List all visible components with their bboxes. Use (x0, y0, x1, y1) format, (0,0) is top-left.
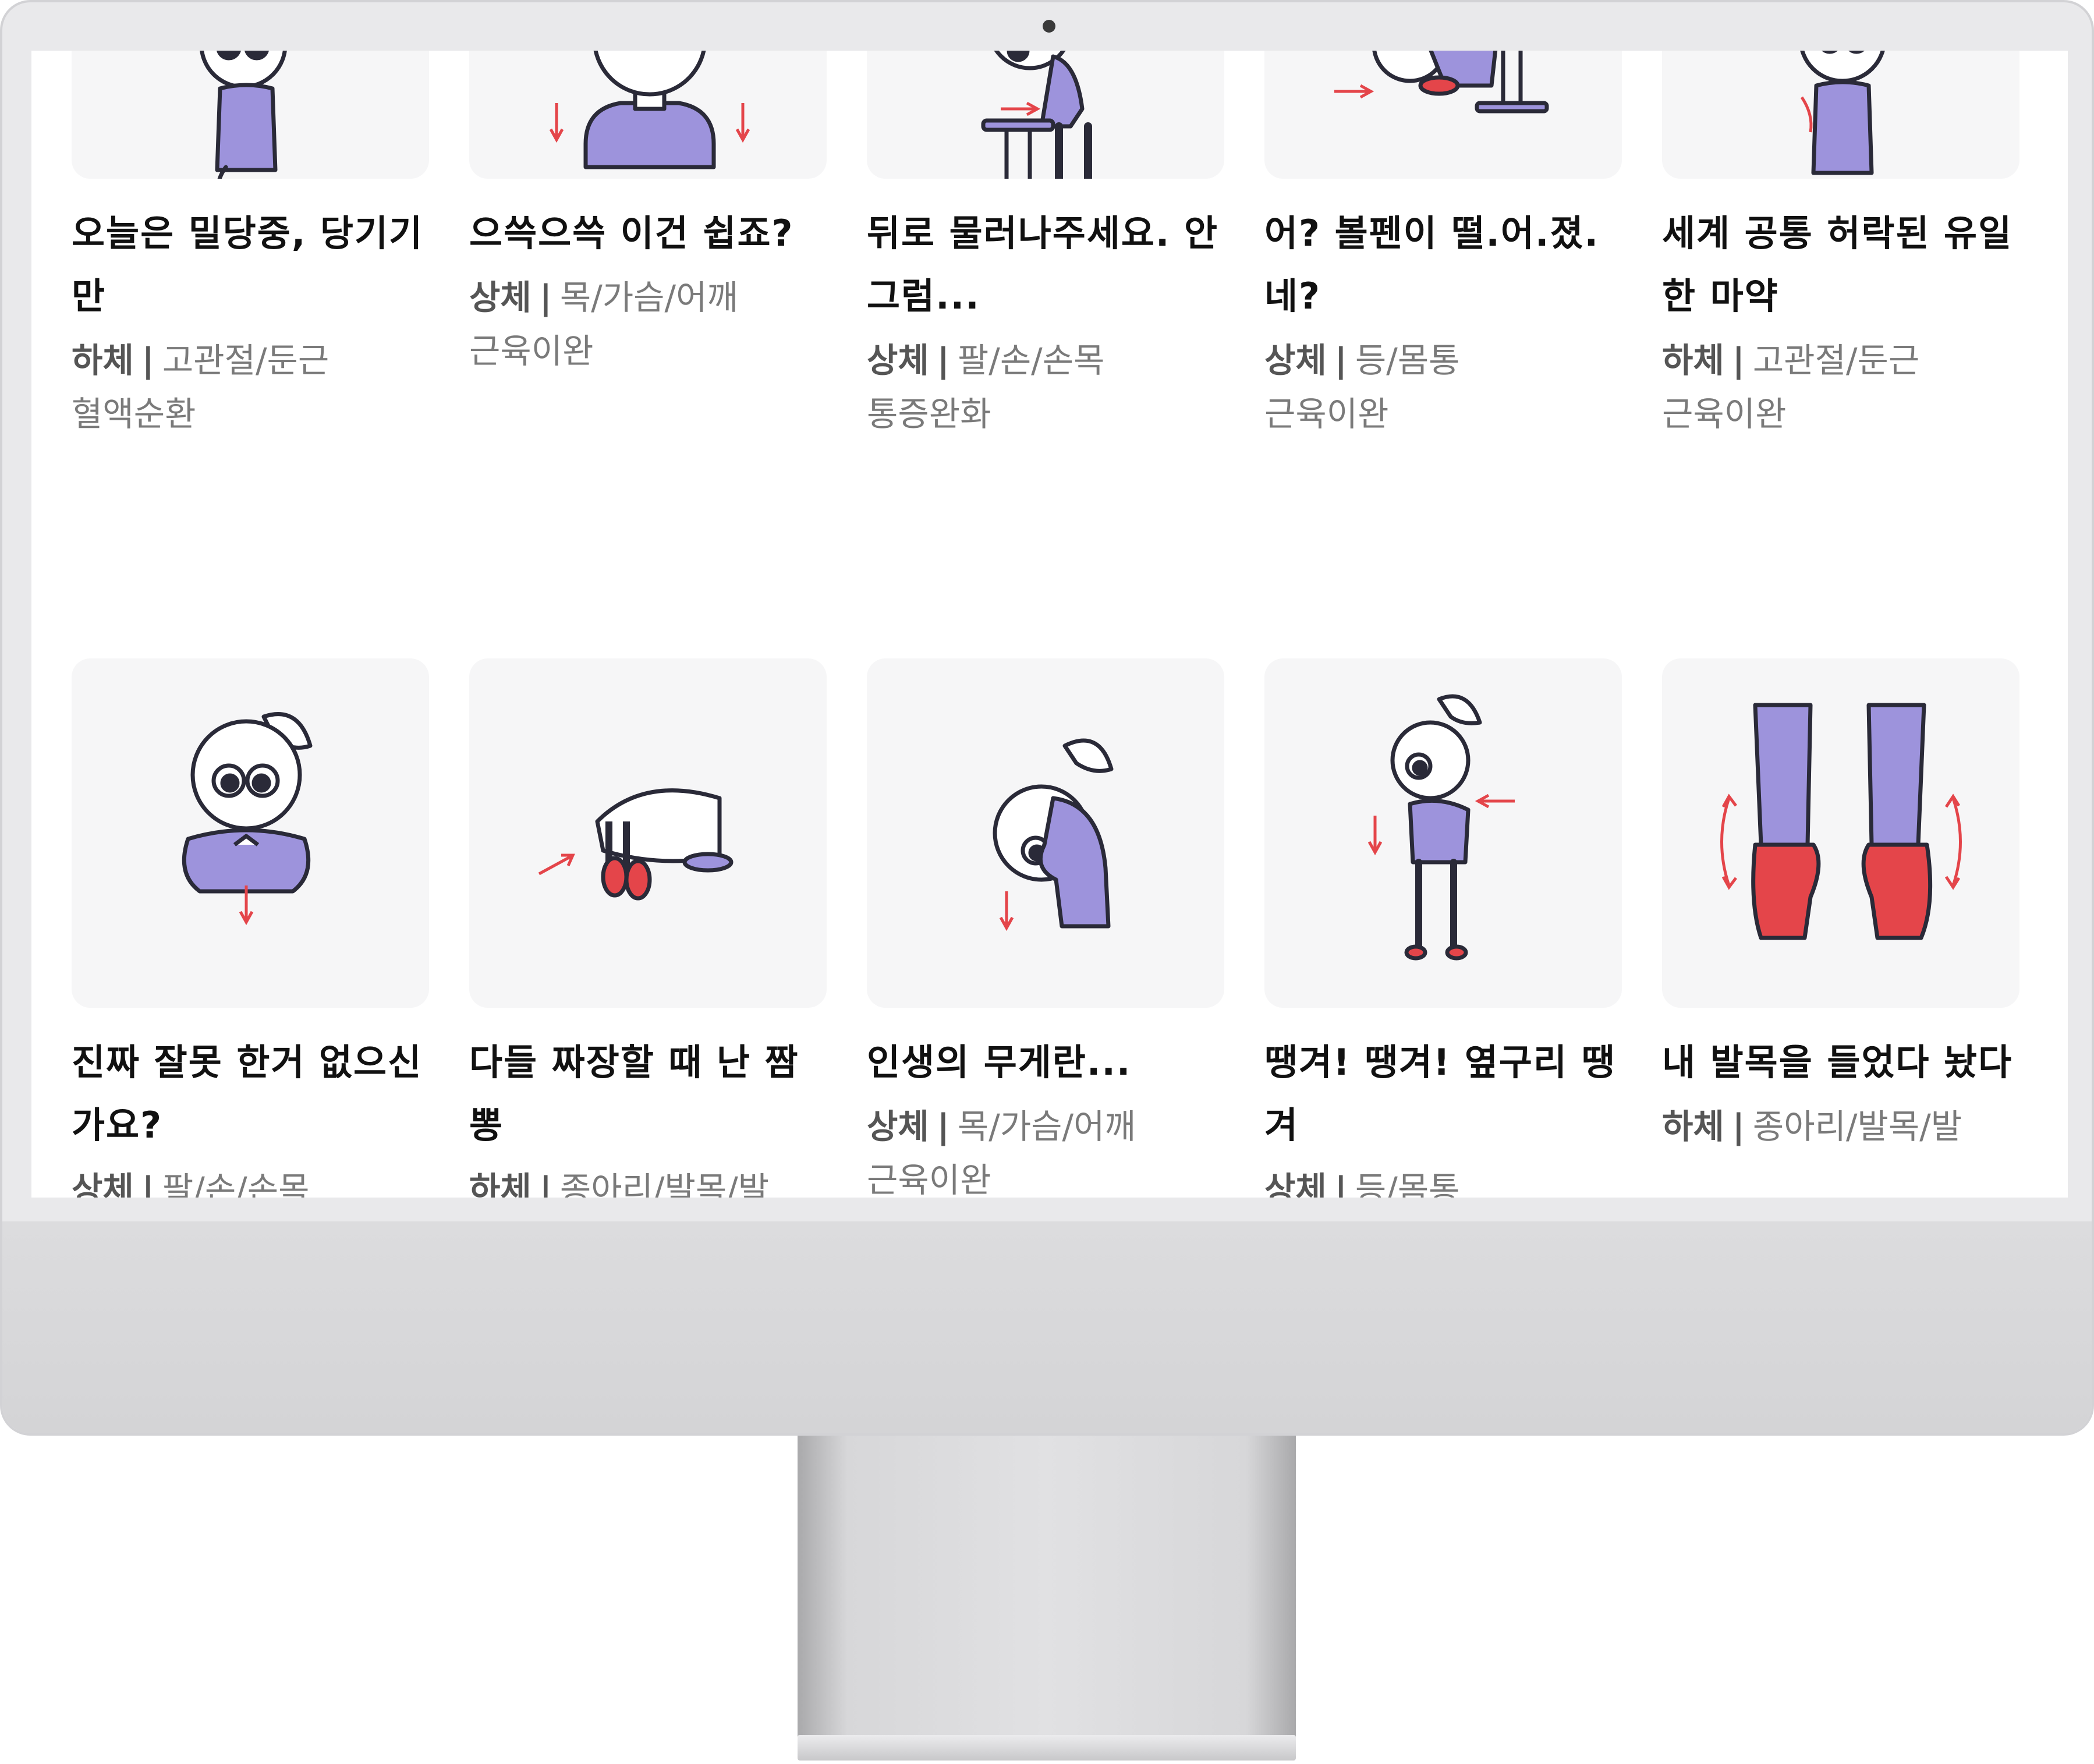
exercise-category: 상체 (469, 278, 532, 317)
table-lean-stretch-icon (981, 51, 1092, 179)
exercise-title: 세계 공통 허락된 유일한 마약 (1662, 212, 2013, 317)
exercise-thumbnail (1662, 51, 2019, 179)
exercise-category: 상체 (1264, 1170, 1327, 1198)
separator: | (141, 341, 154, 380)
monitor-frame: 오늘은 밀당중, 당기기만 하체 | 고관절/둔근 혈액순환 으쓱으쓱 이건 쉽… (0, 0, 2094, 1436)
monitor-chin (2, 1221, 2092, 1433)
exercise-category: 상체 (867, 341, 929, 380)
shoulder-shrug-icon (549, 51, 750, 169)
exercise-meta: 하체 | 고관절/둔근 혈액순환 (72, 334, 429, 441)
exercise-effect: 혈액순환 (72, 394, 196, 434)
separator: | (937, 341, 949, 380)
exercise-card[interactable]: 땡겨! 땡겨! 옆구리 땡겨 상체 | 등/몸통 (1264, 658, 1622, 1198)
exercise-effect: 근육이완 (867, 1160, 991, 1198)
exercise-parts: 고관절/둔근 (1752, 341, 1920, 380)
exercise-parts: 등/몸통 (1355, 1170, 1460, 1198)
exercise-thumbnail (1264, 658, 1622, 1008)
seated-leg-cross-icon (1800, 51, 1885, 175)
exercise-title: 뒤로 물러나주세요. 안그럼... (867, 212, 1219, 317)
exercise-title: 다들 짜장할 때 난 짬뽕 (469, 1041, 799, 1146)
exercise-meta: 상체 | 등/몸통 (1264, 1163, 1622, 1198)
separator: | (1334, 341, 1347, 380)
exercise-thumbnail (867, 658, 1224, 1008)
exercise-effect: 근육이완 (1662, 394, 1787, 434)
exercise-meta: 상체 | 팔/손/손목 (72, 1163, 429, 1198)
exercise-parts: 종아리/발목/발 (559, 1170, 770, 1198)
separator: | (1732, 341, 1745, 380)
exercise-category: 상체 (72, 1170, 134, 1198)
exercise-category: 상체 (1264, 341, 1327, 380)
separator: | (141, 1170, 154, 1198)
monitor-stand (798, 1436, 1296, 1738)
exercise-parts: 목/가슴/어깨 (957, 1107, 1136, 1146)
exercise-title: 으쓱으쓱 이건 쉽죠? (469, 212, 794, 254)
seated-forward-fold-icon (538, 788, 734, 901)
exercise-parts: 등/몸통 (1355, 341, 1460, 380)
exercise-title: 내 발목을 들었다 놨다 (1662, 1041, 2013, 1083)
exercise-thumbnail (1264, 51, 1622, 179)
exercise-parts: 고관절/둔근 (162, 341, 329, 380)
exercise-meta: 하체 | 종아리/발목/발 (469, 1163, 827, 1198)
wrist-press-icon (182, 712, 313, 926)
exercise-effect: 통증완화 (867, 394, 991, 434)
exercise-thumbnail (72, 658, 429, 1008)
ankle-raise-icon (1720, 703, 1962, 940)
exercise-card[interactable]: 오늘은 밀당중, 당기기만 하체 | 고관절/둔근 혈액순환 (72, 51, 429, 441)
exercise-title: 오늘은 밀당중, 당기기만 (72, 212, 424, 317)
exercise-meta: 하체 | 종아리/발목/발 (1662, 1100, 2019, 1153)
exercise-thumbnail (469, 658, 827, 1008)
exercise-parts: 팔/손/손목 (957, 341, 1105, 380)
exercise-card[interactable]: 어? 볼펜이 떨.어.졌.네? 상체 | 등/몸통 근육이완 (1264, 51, 1622, 441)
neck-side-stretch-icon (993, 738, 1114, 931)
side-bend-icon (1367, 694, 1515, 961)
exercise-meta: 상체 | 목/가슴/어깨 근육이완 (867, 1100, 1224, 1198)
exercise-parts: 팔/손/손목 (162, 1170, 310, 1198)
exercise-card[interactable]: 으쓱으쓱 이건 쉽죠? 상체 | 목/가슴/어깨 근육이완 (469, 51, 827, 378)
exercise-card[interactable]: 인생의 무게란... 상체 | 목/가슴/어깨 근육이완 (867, 658, 1224, 1198)
exercise-category: 상체 (867, 1107, 929, 1146)
separator: | (1732, 1107, 1745, 1146)
separator: | (539, 1170, 552, 1198)
exercise-parts: 종아리/발목/발 (1752, 1107, 1962, 1146)
separator: | (1334, 1170, 1347, 1198)
exercise-category: 하체 (1662, 1107, 1724, 1146)
exercise-category: 하체 (72, 341, 134, 380)
exercise-meta: 상체 | 등/몸통 근육이완 (1264, 334, 1622, 441)
exercise-card[interactable]: 다들 짜장할 때 난 짬뽕 하체 | 종아리/발목/발 (469, 658, 827, 1198)
exercise-card[interactable]: 내 발목을 들었다 놨다 하체 | 종아리/발목/발 (1662, 658, 2019, 1153)
exercise-category: 하체 (469, 1170, 532, 1198)
exercise-meta: 상체 | 팔/손/손목 통증완화 (867, 334, 1224, 441)
exercise-effect: 근육이완 (469, 331, 594, 371)
separator: | (937, 1107, 949, 1146)
exercise-meta: 상체 | 목/가슴/어깨 근육이완 (469, 271, 827, 378)
exercise-title: 땡겨! 땡겨! 옆구리 땡겨 (1264, 1041, 1616, 1146)
exercise-effect: 근육이완 (1264, 394, 1389, 434)
exercise-thumbnail (867, 51, 1224, 179)
exercise-title: 진짜 잘못 한거 없으신가요? (72, 1041, 423, 1146)
exercise-thumbnail (1662, 658, 2019, 1008)
screen: 오늘은 밀당중, 당기기만 하체 | 고관절/둔근 혈액순환 으쓱으쓱 이건 쉽… (31, 51, 2068, 1198)
exercise-category: 하체 (1662, 341, 1724, 380)
exercise-thumbnail (72, 51, 429, 179)
exercise-title: 어? 볼펜이 떨.어.졌.네? (1264, 212, 1600, 317)
exercise-meta: 하체 | 고관절/둔근 근육이완 (1662, 334, 2019, 441)
seated-knee-pull-icon (200, 51, 287, 179)
exercise-title: 인생의 무게란... (867, 1041, 1132, 1083)
exercise-card[interactable]: 진짜 잘못 한거 없으신가요? 상체 | 팔/손/손목 (72, 658, 429, 1198)
camera-dot (1043, 20, 1055, 33)
pen-pickup-bend-icon (1334, 51, 1549, 114)
exercise-parts: 목/가슴/어깨 (559, 278, 738, 317)
exercise-thumbnail (469, 51, 827, 179)
exercise-card[interactable]: 세계 공통 허락된 유일한 마약 하체 | 고관절/둔근 근육이완 (1662, 51, 2019, 441)
separator: | (539, 278, 552, 317)
monitor-stand-base (798, 1735, 1296, 1761)
exercise-card[interactable]: 뒤로 물러나주세요. 안그럼... 상체 | 팔/손/손목 통증완화 (867, 51, 1224, 441)
